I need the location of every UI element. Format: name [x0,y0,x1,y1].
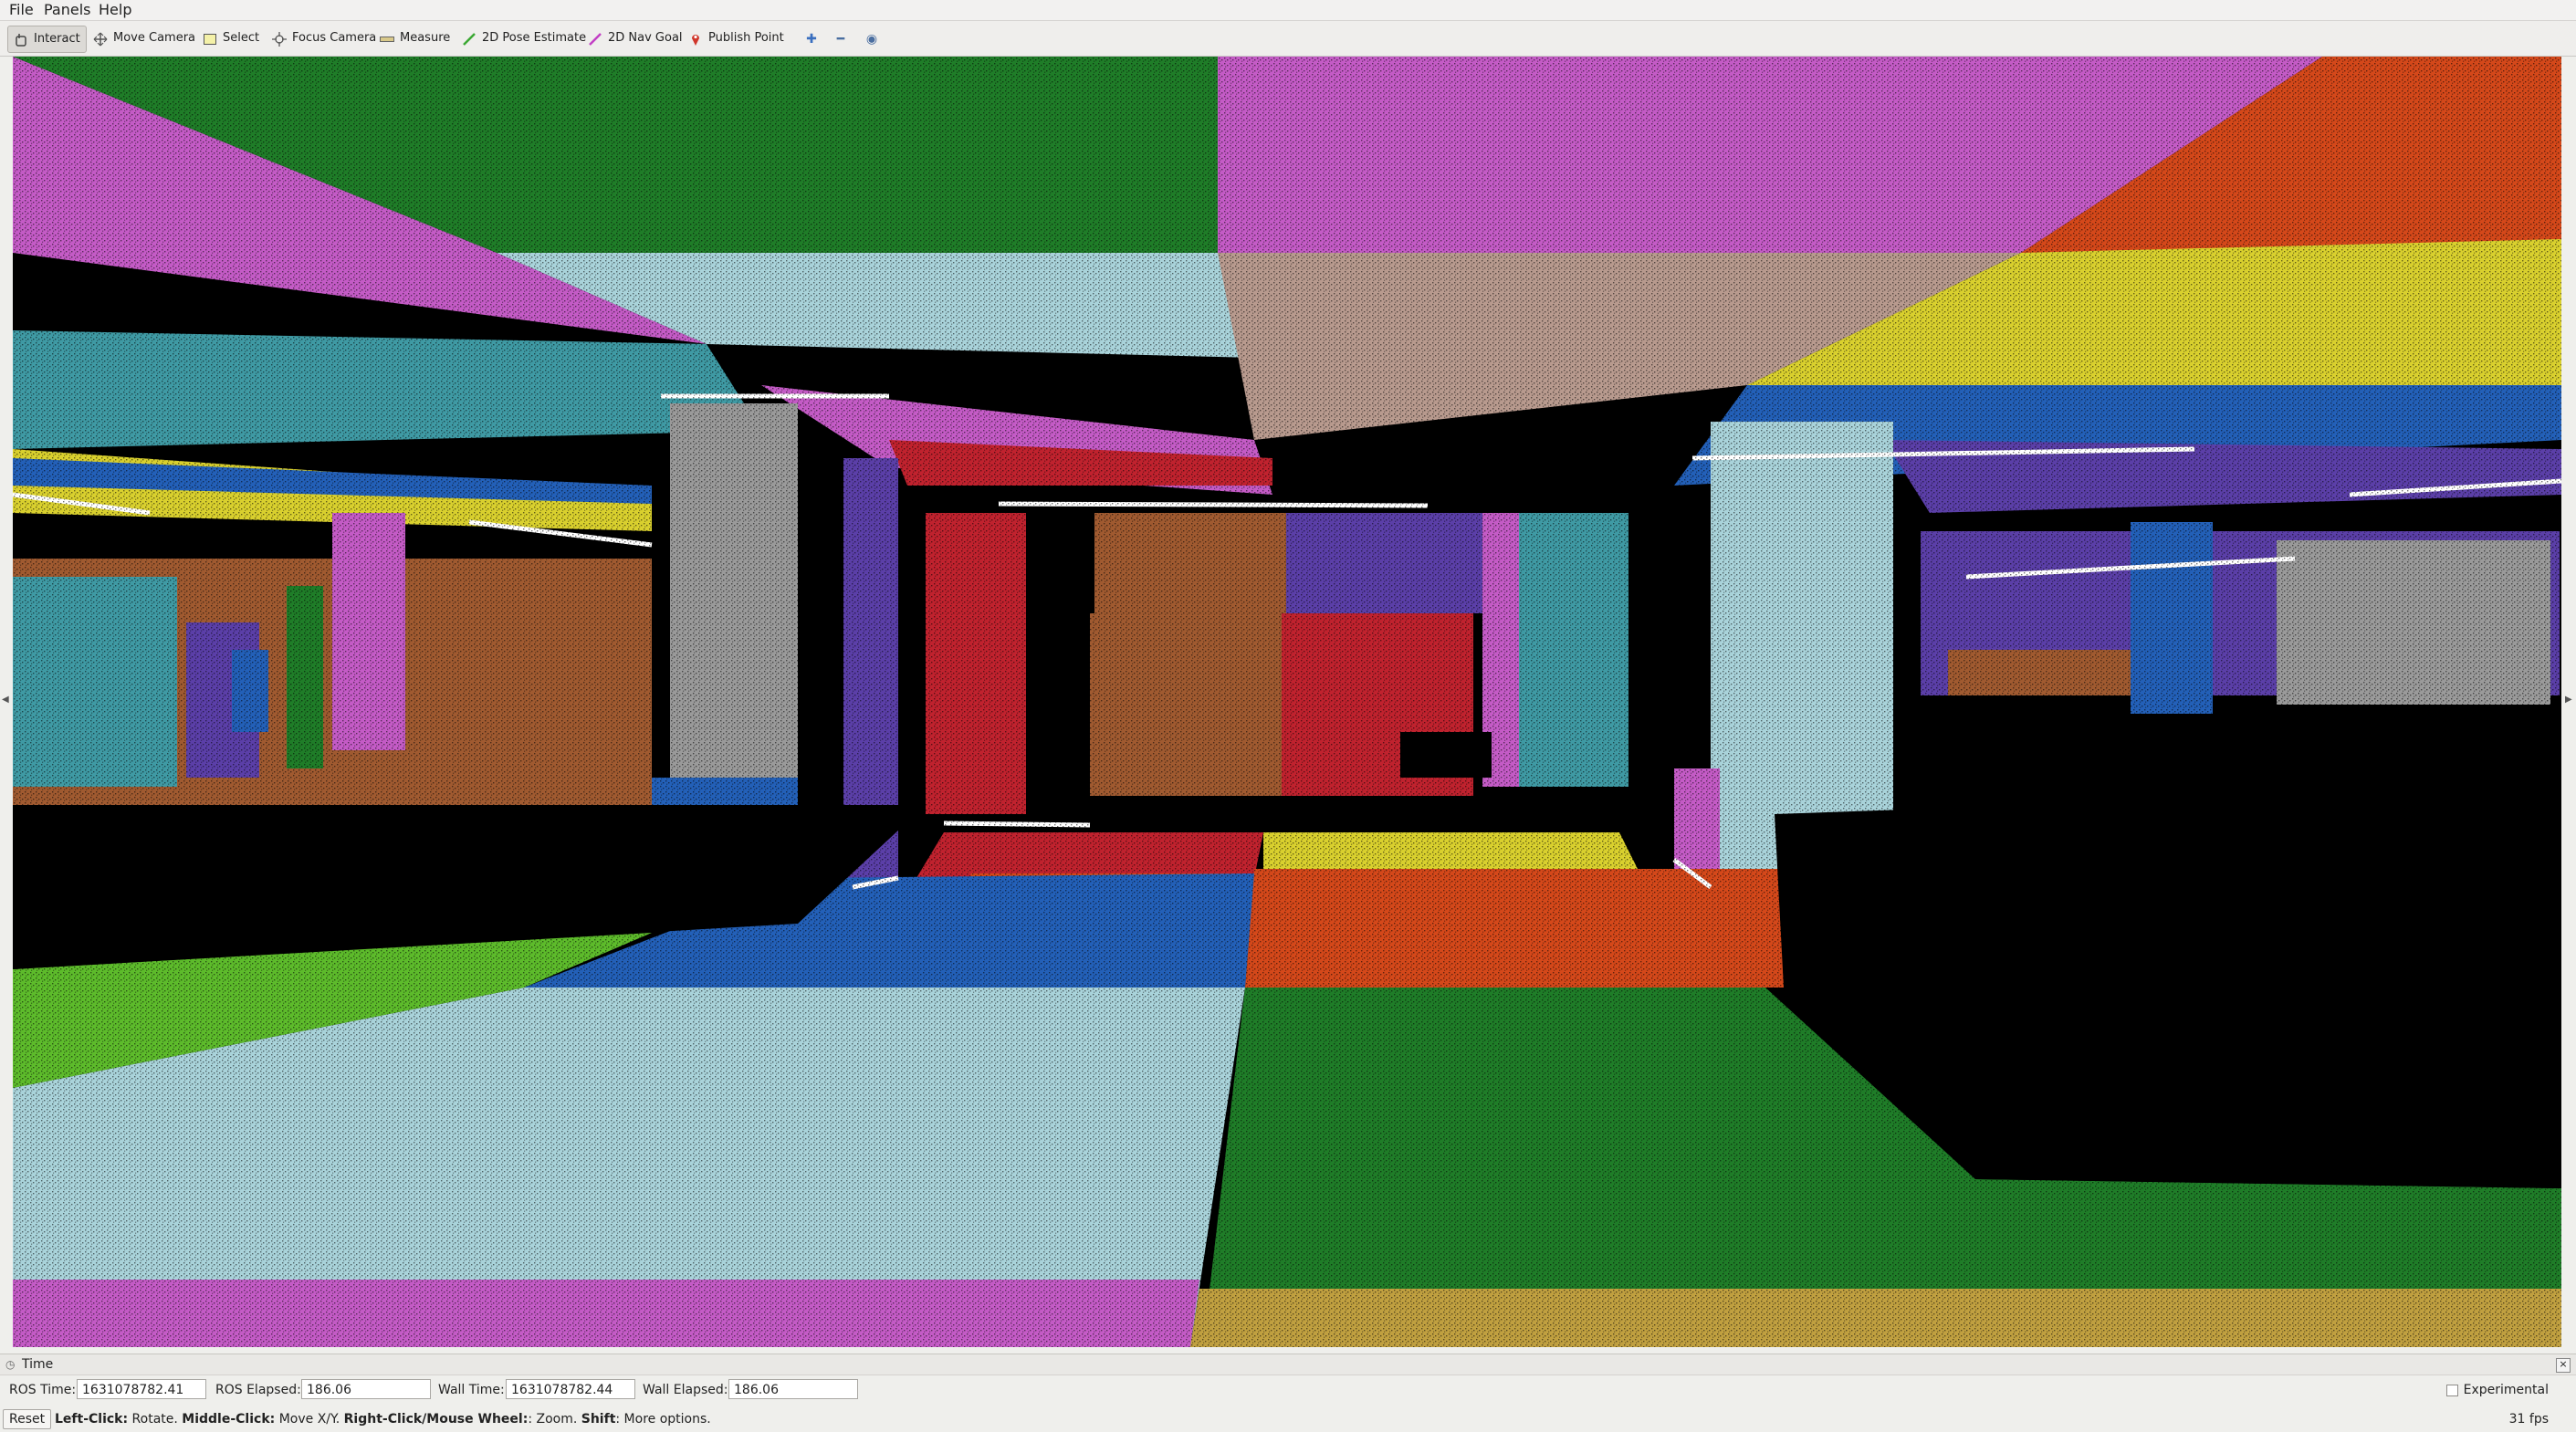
measure-label: Measure [400,31,451,45]
wall-time-field[interactable]: 1631078782.44 [506,1379,635,1399]
interact-label: Interact [34,32,80,46]
experimental-label: Experimental [2463,1383,2549,1397]
middle-click-action: Move X/Y. [275,1412,344,1427]
point-cloud-render [13,57,2561,1347]
remove-tool-icon[interactable]: ━ [832,32,849,47]
ruler-icon [380,31,394,46]
move-camera-tool-button[interactable]: Move Camera [88,26,201,51]
wall-elapsed-label: Wall Elapsed: [643,1383,728,1397]
publish-point-label: Publish Point [708,31,784,45]
move-arrows-icon [93,31,108,47]
pose-estimate-tool-button[interactable]: 2D Pose Estimate [456,26,592,51]
left-click-action: Rotate. [128,1412,183,1427]
fps-counter: 31 fps [2508,1412,2549,1427]
experimental-checkbox[interactable] [2445,1384,2458,1396]
select-box-icon [203,31,217,46]
time-panel: ROS Time: 1631078782.41 ROS Elapsed: 186… [0,1375,2576,1406]
select-tool-button[interactable]: Select [197,26,265,51]
menu-panels[interactable]: Panels [40,0,95,20]
tool-properties-icon[interactable]: ◉ [864,32,880,47]
right-click-key: Right-Click/Mouse Wheel: [343,1412,529,1427]
measure-tool-button[interactable]: Measure [374,26,456,51]
time-panel-title: Time [22,1357,54,1372]
menu-file[interactable]: File [5,0,37,20]
menu-bar: File Panels Help [0,0,2576,21]
wall-elapsed-field[interactable]: 186.06 [728,1379,858,1399]
focus-camera-label: Focus Camera [292,31,377,45]
ros-elapsed-label: ROS Elapsed: [215,1383,301,1397]
nav-goal-tool-button[interactable]: 2D Nav Goal [582,26,688,51]
select-label: Select [223,31,260,45]
interact-tool-button[interactable]: Interact [7,26,87,53]
pose-estimate-label: 2D Pose Estimate [482,31,587,45]
toolbar: Interact Move Camera Select Focus Camera… [0,21,2576,57]
magenta-arrow-icon [588,31,602,46]
time-panel-header: ◷ Time × [0,1354,2576,1375]
crosshair-icon [272,31,287,47]
ros-time-field[interactable]: 1631078782.41 [77,1379,206,1399]
render-viewport[interactable] [13,57,2561,1347]
left-click-key: Left-Click: [55,1412,129,1427]
focus-camera-tool-button[interactable]: Focus Camera [267,26,382,51]
clock-icon: ◷ [5,1358,16,1371]
map-pin-icon [688,31,703,46]
reset-button[interactable]: Reset [3,1409,52,1429]
shift-key: Shift [581,1412,616,1427]
right-dock-toggle-icon[interactable]: ▶ [2565,694,2574,706]
add-tool-icon[interactable]: ✚ [803,32,820,47]
publish-point-tool-button[interactable]: Publish Point [683,26,790,51]
status-hint: Left-Click: Rotate. Middle-Click: Move X… [55,1406,711,1432]
ros-time-label: ROS Time: [9,1383,77,1397]
move-camera-label: Move Camera [113,31,196,45]
status-bar: Reset Left-Click: Rotate. Middle-Click: … [0,1406,2576,1432]
shift-action: : More options. [615,1412,711,1427]
nav-goal-label: 2D Nav Goal [608,31,683,45]
wall-time-label: Wall Time: [438,1383,505,1397]
experimental-toggle[interactable]: Experimental [2445,1383,2549,1397]
ros-elapsed-field[interactable]: 186.06 [301,1379,431,1399]
green-arrow-icon [462,31,476,46]
menu-help[interactable]: Help [95,0,135,20]
right-click-action: : Zoom. [528,1412,581,1427]
hand-cursor-icon [14,32,28,47]
close-panel-icon[interactable]: × [2556,1358,2571,1373]
left-dock-toggle-icon[interactable]: ◀ [2,694,11,706]
middle-click-key: Middle-Click: [182,1412,276,1427]
